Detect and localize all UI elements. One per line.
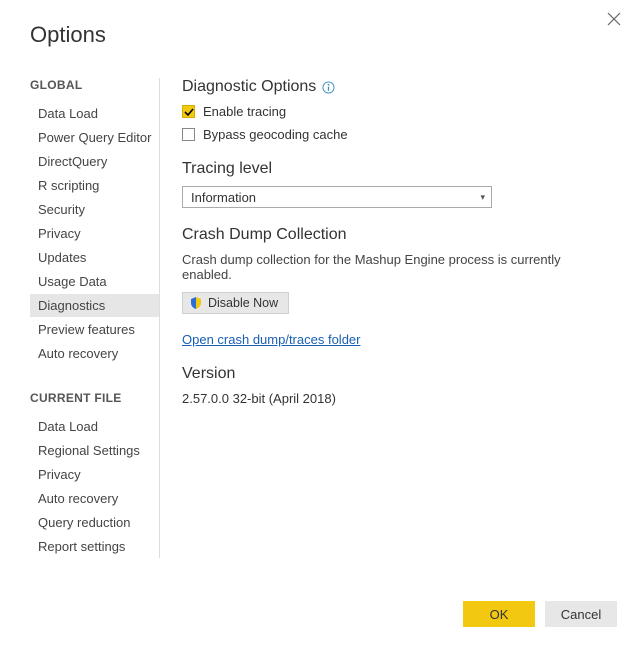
- info-icon[interactable]: [322, 81, 335, 94]
- shield-icon: [189, 296, 203, 310]
- tracing-level-heading: Tracing level: [182, 160, 609, 178]
- version-heading: Version: [182, 365, 609, 383]
- diagnostic-options-heading-text: Diagnostic Options: [182, 78, 316, 96]
- sidebar-item-r-scripting[interactable]: R scripting: [30, 174, 159, 197]
- enable-tracing-label: Enable tracing: [203, 104, 286, 119]
- tracing-level-select[interactable]: Information ▾: [182, 186, 492, 208]
- sidebar-item-directquery[interactable]: DirectQuery: [30, 150, 159, 173]
- chevron-down-icon: ▾: [480, 192, 485, 203]
- sidebar-item-security[interactable]: Security: [30, 198, 159, 221]
- sidebar: GLOBAL Data LoadPower Query EditorDirect…: [30, 78, 160, 558]
- sidebar-list-global: Data LoadPower Query EditorDirectQueryR …: [30, 102, 159, 365]
- sidebar-item-auto-recovery[interactable]: Auto recovery: [30, 487, 159, 510]
- sidebar-item-auto-recovery[interactable]: Auto recovery: [30, 342, 159, 365]
- close-button[interactable]: [607, 12, 623, 28]
- bypass-geocoding-checkbox[interactable]: [182, 128, 195, 141]
- ok-button[interactable]: OK: [463, 601, 535, 627]
- open-crash-dump-folder-link[interactable]: Open crash dump/traces folder: [182, 332, 360, 347]
- sidebar-item-data-load[interactable]: Data Load: [30, 102, 159, 125]
- sidebar-item-preview-features[interactable]: Preview features: [30, 318, 159, 341]
- page-title: Options: [0, 0, 639, 48]
- crash-dump-heading: Crash Dump Collection: [182, 226, 609, 244]
- version-value: 2.57.0.0 32-bit (April 2018): [182, 391, 609, 406]
- disable-now-button[interactable]: Disable Now: [182, 292, 289, 314]
- sidebar-item-diagnostics[interactable]: Diagnostics: [30, 294, 159, 317]
- sidebar-section-global: GLOBAL: [30, 78, 159, 92]
- sidebar-item-updates[interactable]: Updates: [30, 246, 159, 269]
- sidebar-item-report-settings[interactable]: Report settings: [30, 535, 159, 558]
- sidebar-item-usage-data[interactable]: Usage Data: [30, 270, 159, 293]
- sidebar-item-regional-settings[interactable]: Regional Settings: [30, 439, 159, 462]
- enable-tracing-checkbox-row[interactable]: Enable tracing: [182, 104, 609, 119]
- sidebar-item-privacy[interactable]: Privacy: [30, 463, 159, 486]
- close-icon: [607, 12, 621, 26]
- sidebar-item-query-reduction[interactable]: Query reduction: [30, 511, 159, 534]
- sidebar-item-power-query-editor[interactable]: Power Query Editor: [30, 126, 159, 149]
- cancel-button[interactable]: Cancel: [545, 601, 617, 627]
- tracing-level-selected: Information: [191, 190, 256, 205]
- sidebar-list-current-file: Data LoadRegional SettingsPrivacyAuto re…: [30, 415, 159, 558]
- bypass-geocoding-checkbox-row[interactable]: Bypass geocoding cache: [182, 127, 609, 142]
- sidebar-item-data-load[interactable]: Data Load: [30, 415, 159, 438]
- bypass-geocoding-label: Bypass geocoding cache: [203, 127, 348, 142]
- disable-now-label: Disable Now: [208, 296, 278, 310]
- checkmark-icon: [184, 107, 194, 117]
- diagnostic-options-heading: Diagnostic Options: [182, 78, 609, 96]
- sidebar-section-current-file: CURRENT FILE: [30, 391, 159, 405]
- sidebar-item-privacy[interactable]: Privacy: [30, 222, 159, 245]
- enable-tracing-checkbox[interactable]: [182, 105, 195, 118]
- crash-dump-description: Crash dump collection for the Mashup Eng…: [182, 252, 609, 282]
- main-panel: Diagnostic Options Enable tracing Bypass…: [160, 78, 639, 558]
- dialog-footer: OK Cancel: [463, 601, 617, 627]
